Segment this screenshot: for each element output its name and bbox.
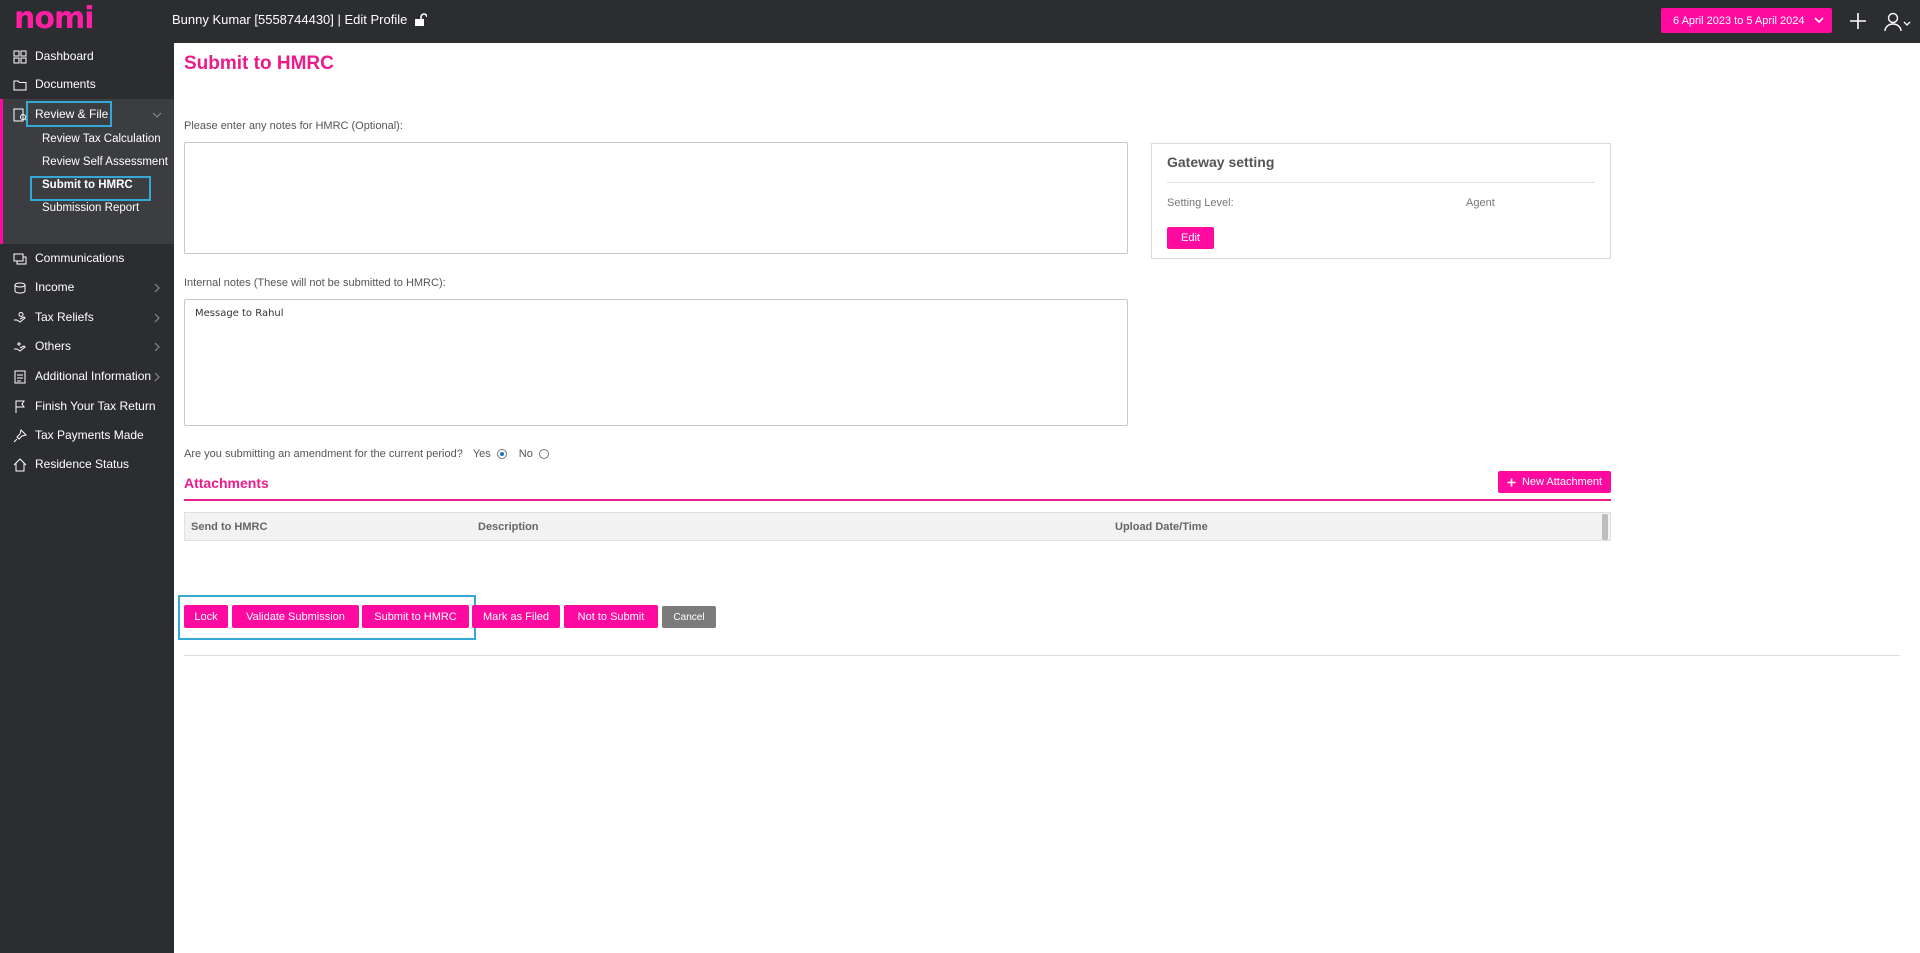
sidebar-subitem-review-tax-calculation[interactable]: Review Tax Calculation [42,133,161,145]
sidebar-item-label: Others [35,339,72,353]
sidebar: Dashboard Documents Review & File Review… [0,43,174,953]
divider [1167,182,1595,183]
pin-icon [13,429,27,443]
sidebar-item-tax-reliefs[interactable]: Tax Reliefs [0,304,174,332]
sidebar-item-label: Finish Your Tax Return [35,399,156,413]
relief-icon [14,312,26,323]
user-profile-info[interactable]: Bunny Kumar [5558744430] | Edit Profile [172,12,428,27]
sidebar-item-label: Dashboard [35,49,94,63]
validate-submission-button[interactable]: Validate Submission [232,605,359,628]
attachments-divider [184,499,1611,501]
top-bar: nomi Bunny Kumar [5558744430] | Edit Pro… [0,0,1920,43]
sidebar-item-label: Income [35,280,75,294]
sidebar-item-income[interactable]: Income [0,274,174,302]
chevron-down-icon [152,112,162,118]
sidebar-item-label: Tax Reliefs [35,310,94,324]
sidebar-item-finish-tax-return[interactable]: Finish Your Tax Return [0,393,174,421]
yes-label: Yes [472,448,491,460]
sidebar-item-dashboard[interactable]: Dashboard [0,43,174,71]
table-scrollbar[interactable] [1602,514,1608,540]
lock-button[interactable]: Lock [184,605,228,628]
info-doc-icon [14,370,26,384]
flag-icon [15,400,25,413]
sidebar-item-label: Residence Status [35,457,130,471]
sidebar-item-label: Communications [35,251,125,265]
chevron-right-icon [154,342,160,352]
sidebar-item-others[interactable]: Others [0,333,174,361]
submit-to-hmrc-highlight [30,176,151,201]
column-send-to-hmrc[interactable]: Send to HMRC [191,521,267,533]
main-content: Submit to HMRC Please enter any notes fo… [174,43,1920,953]
chevron-down-icon [1814,17,1824,24]
not-to-submit-button[interactable]: Not to Submit [564,605,658,628]
plus-icon [1507,478,1516,486]
setting-level-label: Setting Level: [1167,197,1234,209]
unlock-icon[interactable] [413,12,428,27]
chevron-right-icon [154,283,160,293]
gateway-setting-title: Gateway setting [1167,154,1275,170]
new-attachment-label: New Attachment [1521,476,1603,488]
chevron-right-icon [154,313,160,323]
page-title: Submit to HMRC [184,53,334,74]
sidebar-subitem-submission-report[interactable]: Submission Report [42,202,139,214]
internal-notes-textarea[interactable]: Message to Rahul [184,299,1128,426]
plus-icon[interactable] [1847,10,1869,32]
coins-icon [14,282,26,294]
submit-to-hmrc-button[interactable]: Submit to HMRC [362,605,469,628]
chevron-right-icon [154,372,160,382]
no-radio[interactable] [538,449,549,459]
new-attachment-button[interactable]: New Attachment [1498,471,1611,493]
mark-as-filed-button[interactable]: Mark as Filed [472,605,560,628]
sidebar-item-tax-payments-made[interactable]: Tax Payments Made [0,422,174,450]
grid-icon [13,50,27,64]
no-label: No [518,448,533,460]
column-description[interactable]: Description [478,521,539,533]
column-upload-date-time[interactable]: Upload Date/Time [1115,521,1208,533]
folder-icon [13,80,27,91]
review-file-highlight [26,101,112,127]
sidebar-item-communications[interactable]: Communications [0,245,174,273]
others-icon [14,342,26,352]
internal-notes-label: Internal notes (These will not be submit… [184,277,446,289]
setting-level-value: Agent [1466,197,1495,209]
gateway-setting-panel: Gateway setting Setting Level: Agent Edi… [1151,143,1611,259]
hmrc-notes-label: Please enter any notes for HMRC (Optiona… [184,120,403,132]
nomi-logo[interactable]: nomi [14,4,95,34]
gateway-edit-button[interactable]: Edit [1167,227,1214,249]
tax-year-dropdown[interactable]: 6 April 2023 to 5 April 2024 [1661,8,1832,33]
home-icon [13,458,27,472]
sidebar-item-label: Tax Payments Made [35,428,144,442]
cancel-button[interactable]: Cancel [662,606,716,628]
review-icon [13,108,27,122]
amendment-question: Are you submitting an amendment for the … [184,448,463,460]
attachments-table-header: Send to HMRC Description Upload Date/Tim… [184,512,1611,541]
tax-year-label: 6 April 2023 to 5 April 2024 [1673,14,1805,27]
chat-icon [13,253,27,265]
sidebar-item-label: Documents [35,77,96,91]
amendment-question-row: Are you submitting an amendment for the … [184,448,557,460]
sidebar-item-additional-information[interactable]: Additional Information [0,363,174,391]
divider [184,655,1900,656]
hmrc-notes-textarea[interactable] [184,142,1128,254]
sidebar-item-label: Additional Information [35,369,152,383]
yes-radio[interactable] [496,449,507,459]
user-name-edit-profile[interactable]: Bunny Kumar [5558744430] | Edit Profile [172,12,407,27]
attachments-title: Attachments [184,475,269,491]
user-account-icon[interactable] [1883,11,1913,33]
sidebar-subitem-review-self-assessment[interactable]: Review Self Assessment [42,156,168,168]
sidebar-item-residence-status[interactable]: Residence Status [0,451,174,479]
sidebar-item-documents[interactable]: Documents [0,71,174,99]
